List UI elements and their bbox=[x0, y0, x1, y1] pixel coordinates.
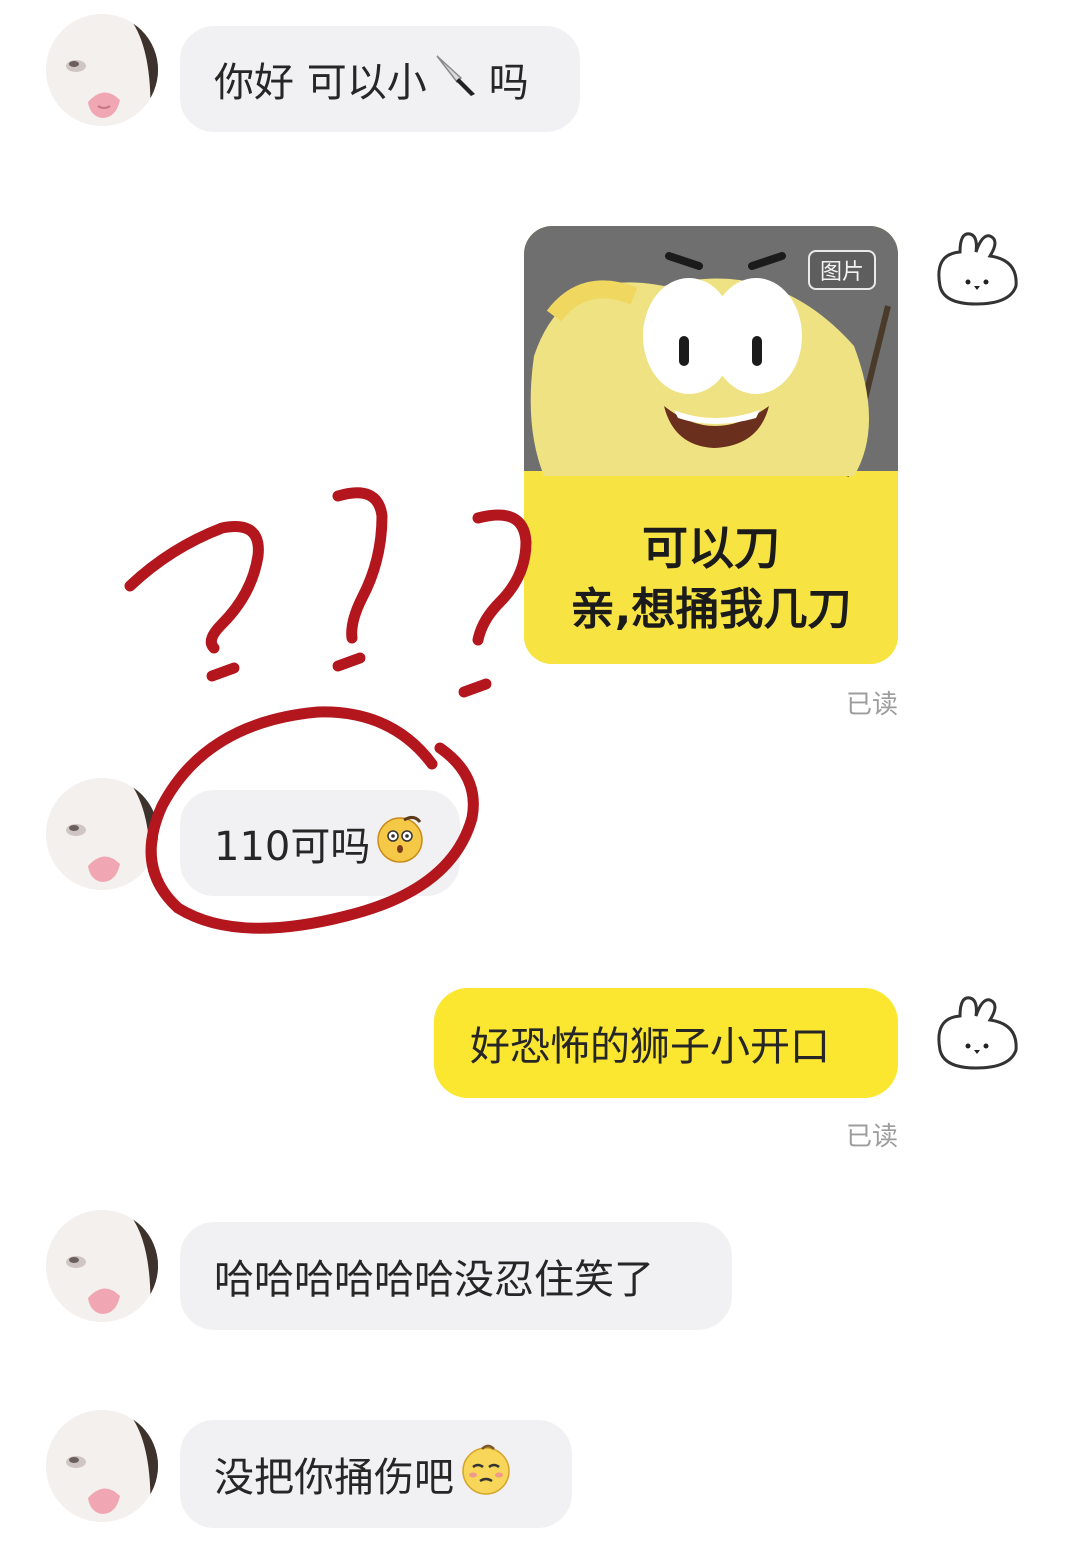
my-avatar[interactable] bbox=[930, 994, 1022, 1072]
question-mark-3-dot bbox=[458, 678, 492, 698]
read-status: 已读 bbox=[846, 1122, 899, 1152]
question-mark-2 bbox=[332, 487, 388, 644]
question-mark-2-dot bbox=[332, 652, 366, 672]
message-bubble-incoming[interactable]: 哈哈哈哈哈哈没忍住笑了 bbox=[180, 1222, 732, 1330]
contact-avatar[interactable] bbox=[46, 1410, 158, 1522]
message-text: 哈哈哈哈哈哈没忍住笑了 bbox=[214, 1257, 654, 1303]
cat-avatar-image bbox=[46, 1410, 158, 1522]
message-bubble-outgoing[interactable]: 好恐怖的狮子小开口 bbox=[434, 988, 898, 1098]
message-text: 好恐怖的狮子小开口 bbox=[470, 1024, 830, 1070]
message-bubble-incoming[interactable]: 没把你捅伤吧 bbox=[180, 1420, 572, 1528]
sheepish-emoji-icon bbox=[458, 1441, 514, 1507]
question-mark-1-dot bbox=[206, 662, 240, 682]
message-text: 没把你捅伤吧 bbox=[214, 1455, 454, 1501]
highlight-circle bbox=[145, 706, 479, 934]
question-mark-3 bbox=[472, 509, 532, 646]
question-mark-1 bbox=[124, 521, 264, 654]
cat-avatar-image bbox=[46, 1210, 158, 1322]
contact-avatar[interactable] bbox=[46, 1210, 158, 1322]
bunny-avatar-icon bbox=[937, 996, 1018, 1070]
